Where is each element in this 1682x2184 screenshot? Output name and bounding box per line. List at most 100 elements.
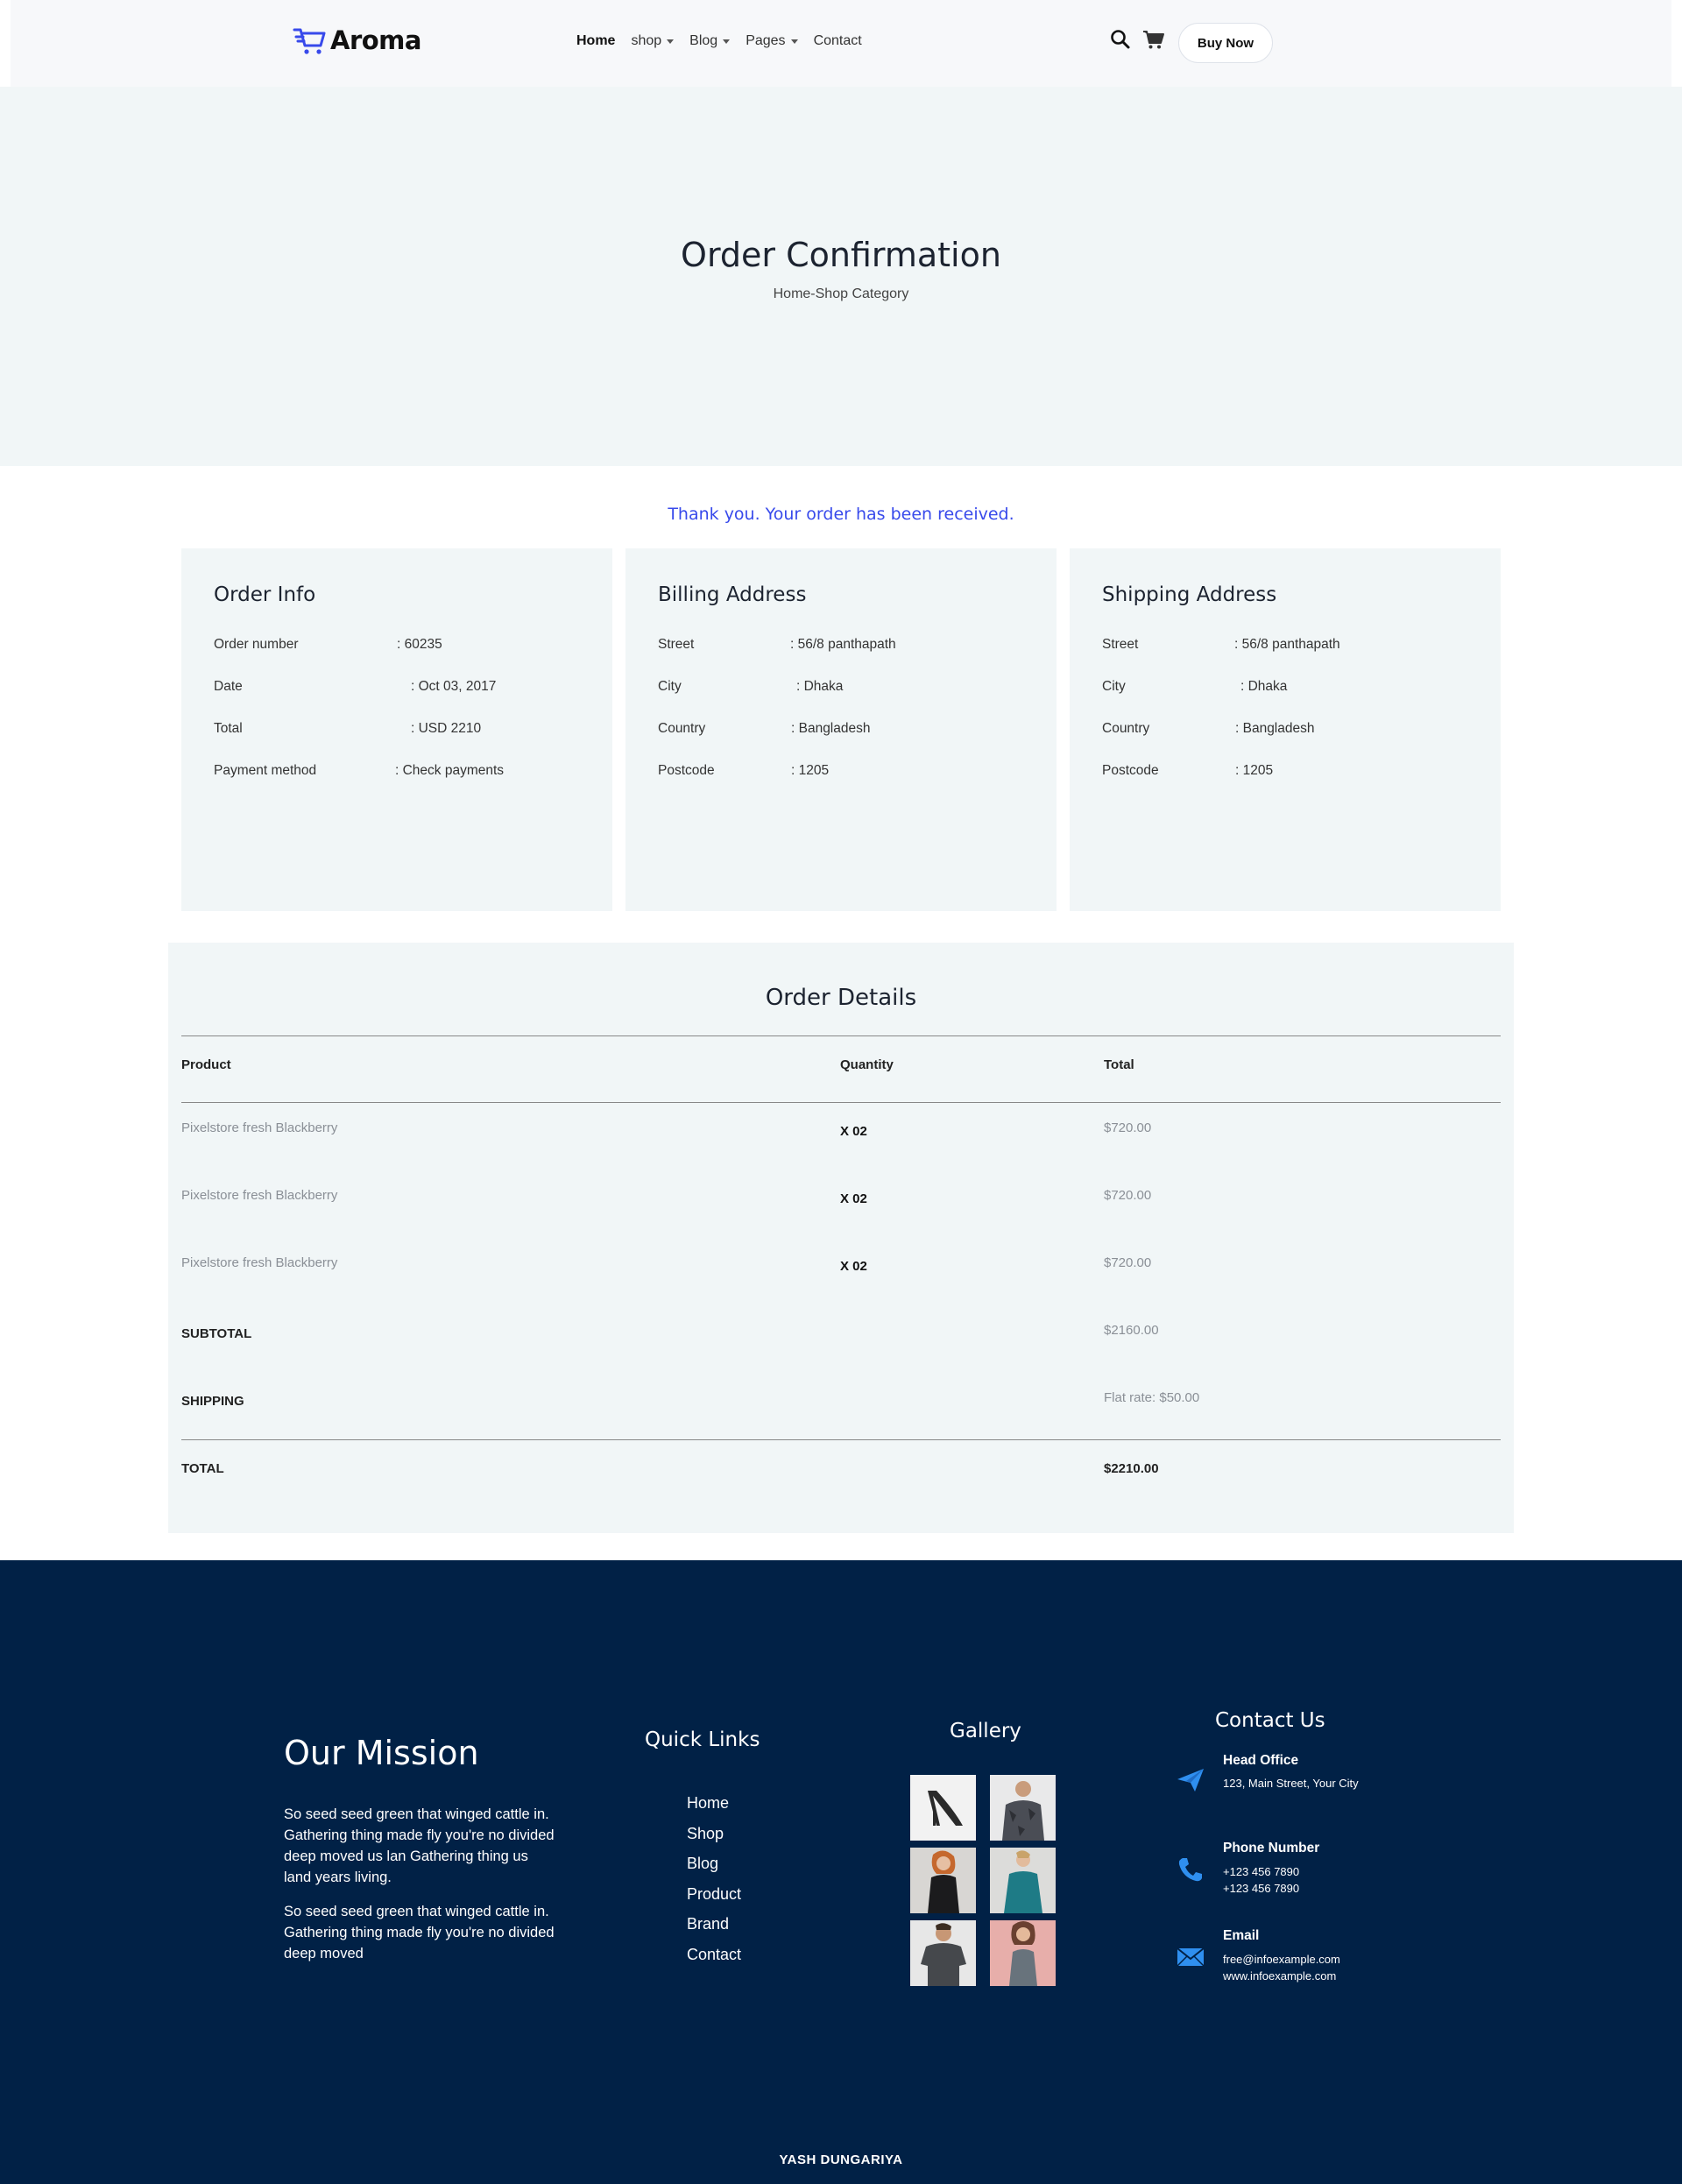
item-quantity: X 02	[840, 1191, 867, 1206]
card-title: Billing Address	[658, 583, 807, 606]
row-label: Date	[214, 679, 243, 694]
footer-link-brand[interactable]: Brand	[687, 1909, 741, 1940]
postcode-row: Postcode : 1205	[1102, 763, 1273, 779]
cart-logo-icon	[293, 28, 326, 54]
email-address[interactable]: free@infoexample.com	[1223, 1953, 1340, 1966]
buy-now-button[interactable]: Buy Now	[1178, 23, 1273, 63]
grand-total-value: $2210.00	[1104, 1461, 1159, 1476]
column-header-product: Product	[181, 1057, 231, 1072]
row-label: City	[1102, 679, 1126, 694]
nav-label: Pages	[746, 33, 786, 48]
country-row: Country : Bangladesh	[1102, 721, 1315, 737]
logo-text: Aroma	[330, 25, 421, 55]
row-label: Country	[658, 721, 706, 736]
nav-item-home[interactable]: Home	[576, 33, 615, 49]
item-total: $720.00	[1104, 1120, 1152, 1135]
shipping-label: SHIPPING	[181, 1394, 244, 1409]
shipping-value: Flat rate: $50.00	[1104, 1390, 1200, 1405]
row-value: : Check payments	[395, 763, 505, 778]
hero-banner: Order Confirmation Home-Shop Category	[0, 87, 1682, 466]
phone-number-label: Phone Number	[1223, 1841, 1320, 1855]
item-product: Pixelstore fresh Blackberry	[181, 1120, 338, 1135]
paper-plane-icon	[1177, 1769, 1204, 1792]
item-quantity: X 02	[840, 1124, 867, 1139]
order-number-row: Order number : 60235	[214, 637, 442, 653]
subtotal-value: $2160.00	[1104, 1323, 1159, 1338]
subtotal-label: SUBTOTAL	[181, 1326, 252, 1341]
row-label: Country	[1102, 721, 1150, 736]
row-label: Postcode	[658, 763, 715, 778]
head-office-label: Head Office	[1223, 1753, 1299, 1768]
breadcrumb[interactable]: Home-Shop Category	[0, 286, 1682, 302]
row-label: Street	[1102, 637, 1139, 652]
nav-icons	[1109, 28, 1176, 51]
row-value: : 1205	[1235, 763, 1274, 778]
footer-link-home[interactable]: Home	[687, 1788, 741, 1819]
item-product: Pixelstore fresh Blackberry	[181, 1255, 338, 1270]
nav-item-blog[interactable]: Blog	[689, 33, 731, 49]
section-title: Order Details	[765, 985, 917, 1011]
gallery-image-man-tshirt[interactable]	[910, 1920, 976, 1986]
card-title: Order Info	[214, 583, 316, 606]
row-value: : 60235	[397, 637, 442, 652]
nav-item-pages[interactable]: Pages	[746, 33, 798, 49]
card-title: Shipping Address	[1102, 583, 1277, 606]
gallery-image-woman-teal[interactable]	[990, 1848, 1056, 1913]
website-address[interactable]: www.infoexample.com	[1223, 1969, 1336, 1983]
shipping-address-card: Shipping Address Street : 56/8 panthapath…	[1070, 548, 1501, 911]
row-label: Payment method	[214, 763, 317, 778]
nav-item-contact[interactable]: Contact	[814, 33, 862, 49]
nav-label: Home	[576, 33, 616, 48]
gallery-image-man-camo[interactable]	[990, 1775, 1056, 1841]
total-row: Total : USD 2210	[214, 721, 481, 737]
head-office-address: 123, Main Street, Your City	[1223, 1777, 1359, 1790]
gallery-image-heels[interactable]	[910, 1775, 976, 1841]
row-value: : Oct 03, 2017	[411, 679, 497, 694]
row-value: : Bangladesh	[791, 721, 871, 736]
footer-link-product[interactable]: Product	[687, 1879, 741, 1910]
page-title: Order Confirmation	[681, 236, 1001, 274]
order-details-table: Order Details Product Quantity Total Pix…	[168, 943, 1514, 1533]
gallery-image-woman-pink[interactable]	[990, 1920, 1056, 1986]
phone-icon	[1178, 1858, 1202, 1882]
city-row: City : Dhaka	[1102, 679, 1287, 695]
mission-paragraph: So seed seed green that winged cattle in…	[284, 1904, 555, 1961]
row-label: Total	[214, 721, 243, 736]
street-row: Street : 56/8 panthapath	[1102, 637, 1340, 653]
footer-link-shop[interactable]: Shop	[687, 1819, 741, 1849]
chevron-down-icon	[723, 39, 731, 44]
row-value: : 56/8 panthapath	[1234, 637, 1340, 652]
item-product: Pixelstore fresh Blackberry	[181, 1188, 338, 1203]
billing-address-card: Billing Address Street: 56/8 panthapath …	[625, 548, 1057, 911]
row-value: : Dhaka	[1240, 679, 1288, 694]
phone-number[interactable]: +123 456 7890	[1223, 1865, 1299, 1878]
row-label: Postcode	[1102, 763, 1159, 778]
logo[interactable]: Aroma	[293, 25, 421, 56]
nav-label: shop	[631, 33, 662, 48]
chevron-down-icon	[667, 39, 675, 44]
row-label: Order number	[214, 637, 299, 652]
nav-label: Contact	[813, 33, 862, 48]
street-row: Street : 56/8 panthapath	[658, 637, 896, 653]
footer-link-contact[interactable]: Contact	[687, 1940, 741, 1970]
country-row: Country : Bangladesh	[658, 721, 871, 737]
row-value: : 56/8 panthapath	[790, 637, 896, 652]
column-header-total: Total	[1104, 1057, 1134, 1072]
contact-us-title: Contact Us	[1215, 1709, 1325, 1732]
row-value: : 1205	[791, 763, 830, 778]
phone-number[interactable]: +123 456 7890	[1223, 1882, 1299, 1895]
gallery-image-woman-black[interactable]	[910, 1848, 976, 1913]
row-label: City	[658, 679, 682, 694]
nav-item-shop[interactable]: shop	[631, 33, 675, 49]
date-row: Date : Oct 03, 2017	[214, 679, 496, 695]
row-label: Street	[658, 637, 695, 652]
row-value: : USD 2210	[411, 721, 482, 736]
nav-label: Blog	[689, 33, 718, 48]
row-value: : Bangladesh	[1235, 721, 1315, 736]
footer-link-blog[interactable]: Blog	[687, 1848, 741, 1879]
item-quantity: X 02	[840, 1259, 867, 1274]
search-icon[interactable]	[1109, 28, 1132, 51]
cart-icon[interactable]	[1142, 28, 1165, 51]
city-row: City: Dhaka	[658, 679, 843, 695]
payment-method-row: Payment method : Check payments	[214, 763, 504, 779]
